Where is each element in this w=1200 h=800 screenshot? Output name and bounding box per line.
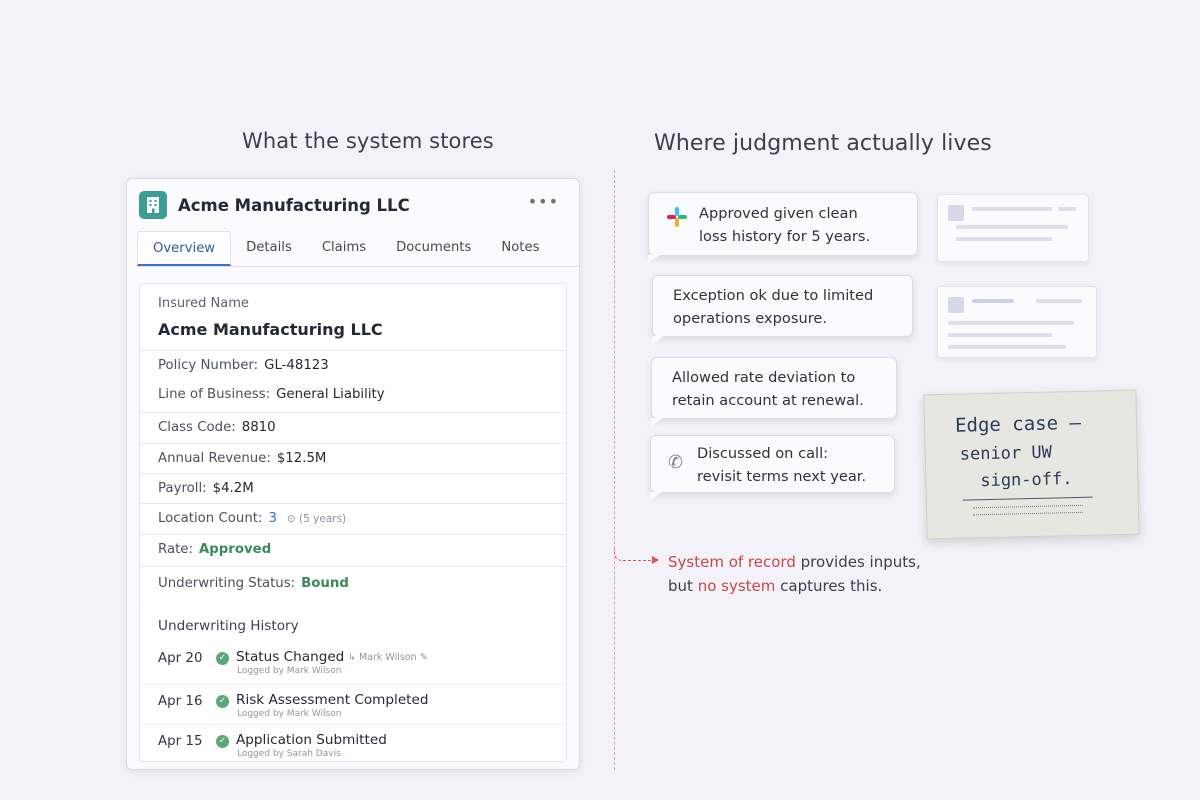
check-icon: ✓ xyxy=(216,735,229,748)
more-options-button[interactable]: ••• xyxy=(528,192,559,211)
caption-highlight: System of record xyxy=(668,553,796,571)
building-icon xyxy=(139,191,167,219)
message-line: Allowed rate deviation to xyxy=(672,369,856,386)
field-row-rate: Rate: Approved xyxy=(140,534,566,564)
record-tabs: Overview Details Claims Documents Notes xyxy=(137,231,579,267)
history-event: Status Changed xyxy=(236,649,345,665)
field-row-line-of-business: Line of Business: General Liability xyxy=(140,380,566,410)
field-label: Class Code: xyxy=(158,420,236,435)
caption-text: provides inputs, xyxy=(795,553,921,571)
field-note: ⊙ (5 years) xyxy=(286,513,347,525)
history-assignee: ↳ Mark Wilson ✎ xyxy=(348,652,428,663)
placeholder-icon xyxy=(948,297,964,313)
left-heading: What the system stores xyxy=(242,129,494,153)
sticky-note: Edge case – senior UW sign-off. xyxy=(923,389,1140,540)
history-logged-by: Logged by Mark Wilson xyxy=(237,666,342,676)
underline-stroke xyxy=(962,496,1093,501)
faded-card xyxy=(937,194,1089,262)
signature-scribble xyxy=(972,504,1084,516)
insured-name-label: Insured Name xyxy=(158,296,249,311)
message-line: revisit terms next year. xyxy=(697,468,867,485)
connector-line xyxy=(614,549,654,561)
field-label: Policy Number: xyxy=(158,358,259,373)
faded-card xyxy=(937,286,1097,358)
field-row-underwriting-status: Underwriting Status: Bound xyxy=(140,566,566,602)
rate-status-value: Approved xyxy=(198,542,272,557)
phone-icon: ✆ xyxy=(668,452,684,473)
record-card: Acme Manufacturing LLC ••• Overview Deta… xyxy=(126,178,580,770)
field-label: Line of Business: xyxy=(158,387,271,402)
field-label: Annual Revenue: xyxy=(158,451,271,466)
caption-line-2: but no system captures this. xyxy=(668,574,921,598)
caption-line-1: System of record provides inputs, xyxy=(668,550,921,574)
field-value: $12.5M xyxy=(276,451,327,466)
tab-details[interactable]: Details xyxy=(231,231,307,266)
message-line: Exception ok due to limited xyxy=(673,287,874,304)
divider-dashed-line xyxy=(614,170,615,770)
field-row-policy-number: Policy Number: GL-48123 xyxy=(140,350,566,380)
history-date: Apr 15 xyxy=(158,734,203,749)
field-label: Underwriting Status: xyxy=(158,576,296,591)
message-bubble: Allowed rate deviation to retain account… xyxy=(651,357,897,426)
field-label: Location Count: xyxy=(158,511,263,526)
history-event: Risk Assessment Completed xyxy=(236,692,429,708)
underwriting-status-value: Bound xyxy=(301,576,349,591)
message-bubble-slack: Approved given clean loss history for 5 … xyxy=(648,192,918,263)
history-item: Apr 15 ✓ Application Submitted Logged by… xyxy=(140,724,566,764)
sticky-note-line: Edge case – xyxy=(954,411,1082,437)
tab-notes[interactable]: Notes xyxy=(486,231,554,266)
field-label: Payroll: xyxy=(158,481,207,496)
details-panel: Insured Name Acme Manufacturing LLC Poli… xyxy=(139,283,567,603)
record-title: Acme Manufacturing LLC xyxy=(178,195,410,215)
insured-name-value: Acme Manufacturing LLC xyxy=(158,320,383,339)
field-row-payroll: Payroll: $4.2M xyxy=(140,473,566,503)
tab-overview[interactable]: Overview xyxy=(137,231,232,266)
check-icon: ✓ xyxy=(216,695,229,708)
history-date: Apr 20 xyxy=(158,651,203,666)
message-line: Approved given clean xyxy=(699,205,858,222)
field-value: $4.2M xyxy=(212,481,254,496)
message-line: retain account at renewal. xyxy=(672,392,864,409)
tab-documents[interactable]: Documents xyxy=(381,231,486,266)
check-icon: ✓ xyxy=(216,652,229,665)
record-header: Acme Manufacturing LLC xyxy=(139,191,410,219)
message-bubble-call: ✆ Discussed on call: revisit terms next … xyxy=(650,435,895,500)
message-bubble: Exception ok due to limited operations e… xyxy=(652,275,913,344)
history-date: Apr 16 xyxy=(158,694,203,709)
caption-highlight: no system xyxy=(697,577,776,595)
field-value: General Liability xyxy=(276,387,385,402)
field-row-class-code: Class Code: 8810 xyxy=(140,412,566,442)
placeholder-icon xyxy=(948,205,964,221)
history-item: Apr 16 ✓ Risk Assessment Completed Logge… xyxy=(140,684,566,724)
message-line: loss history for 5 years. xyxy=(699,228,871,245)
message-line: Discussed on call: xyxy=(697,445,829,462)
history-item: Apr 20 ✓ Status Changed Logged by Mark W… xyxy=(140,642,566,682)
field-row-annual-revenue: Annual Revenue: $12.5M xyxy=(140,443,566,473)
caption-text: but xyxy=(668,577,698,595)
sticky-note-line: senior UW xyxy=(959,442,1053,465)
message-line: operations exposure. xyxy=(673,310,828,327)
field-label: Rate: xyxy=(158,542,193,557)
field-row-location-count: Location Count: 3 ⊙ (5 years) xyxy=(140,503,566,533)
history-event: Application Submitted xyxy=(236,732,387,748)
history-logged-by: Logged by Mark Wilson xyxy=(237,709,342,719)
right-heading: Where judgment actually lives xyxy=(654,131,992,156)
history-title: Underwriting History xyxy=(158,618,299,634)
arrow-icon xyxy=(652,556,659,564)
caption: System of record provides inputs, but no… xyxy=(668,550,921,598)
sticky-note-line: sign-off. xyxy=(980,469,1073,492)
field-value: 3 xyxy=(268,511,277,526)
underwriting-history-panel: Underwriting History Apr 20 ✓ Status Cha… xyxy=(139,602,567,762)
tab-claims[interactable]: Claims xyxy=(307,231,381,266)
field-value: 8810 xyxy=(241,420,276,435)
field-value: GL-48123 xyxy=(264,358,329,373)
slack-icon xyxy=(667,207,687,227)
caption-text: captures this. xyxy=(775,577,883,595)
history-logged-by: Logged by Sarah Davis xyxy=(237,749,341,759)
